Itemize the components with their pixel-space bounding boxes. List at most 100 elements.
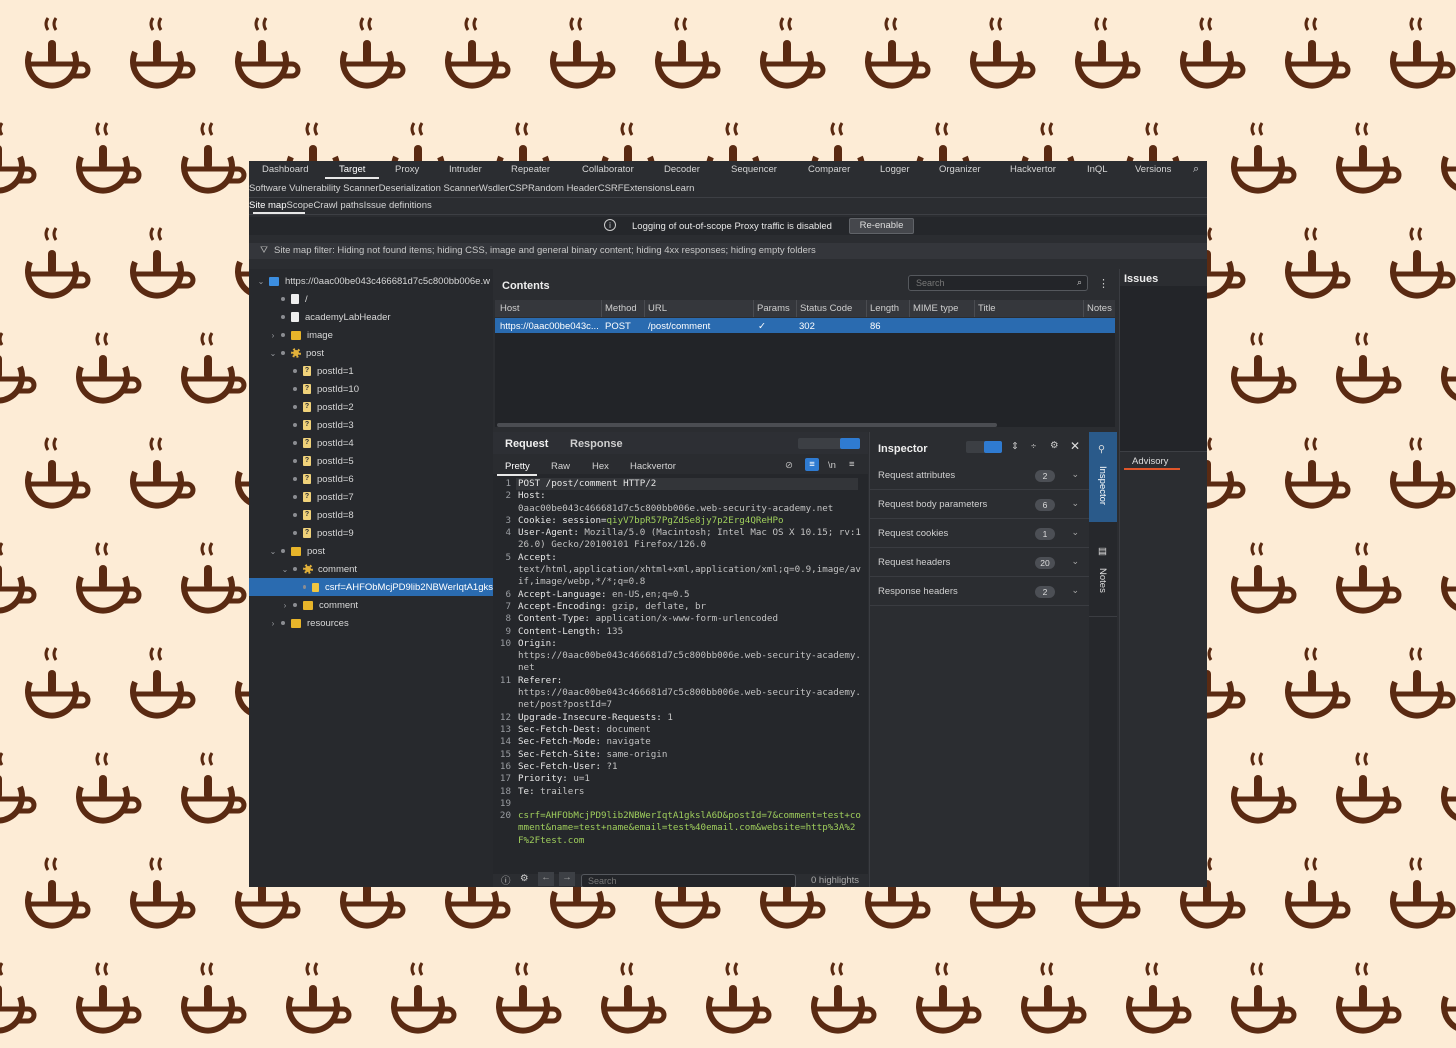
close-icon[interactable]: ✕ [1070, 439, 1080, 453]
subtab-pretty[interactable]: Pretty [505, 461, 530, 472]
subtab-site-map[interactable]: Site map [249, 200, 287, 211]
contents-search-input[interactable]: Search ⌕ [908, 275, 1088, 291]
tab-versions[interactable]: Versions [1135, 164, 1171, 175]
chevron-right-icon[interactable]: › [269, 331, 277, 340]
inspector-section-request-cookies[interactable]: Request cookies 1 ⌄ [870, 519, 1089, 548]
tab-proxy[interactable]: Proxy [395, 164, 419, 175]
tree-item[interactable]: academyLabHeader [269, 308, 391, 326]
chevron-down-icon[interactable]: ⌄ [1071, 585, 1079, 596]
chevron-right-icon[interactable]: › [269, 619, 277, 628]
search-icon[interactable]: ⌕ [1193, 163, 1199, 176]
wrap-lines-icon[interactable]: ≡ [805, 458, 819, 471]
hide-nonprintable-icon[interactable]: ⊘ [785, 460, 793, 471]
tree-item[interactable]: ? postId=8 [281, 506, 354, 524]
inspector-section-response-headers[interactable]: Response headers 2 ⌄ [870, 577, 1089, 606]
advisory-tab[interactable]: Advisory [1132, 456, 1168, 467]
column-separator[interactable] [909, 300, 910, 317]
tab-organizer[interactable]: Organizer [939, 164, 981, 175]
subtab-hackvertor[interactable]: Hackvertor [630, 461, 676, 472]
inspector-section-request-body-parameters[interactable]: Request body parameters 6 ⌄ [870, 490, 1089, 519]
column-header-length[interactable]: Length [870, 303, 899, 314]
chevron-down-icon[interactable]: ⌄ [1071, 469, 1079, 480]
column-header-notes[interactable]: Notes [1087, 303, 1112, 314]
column-header-params[interactable]: Params [757, 303, 790, 314]
tree-item[interactable]: › comment [281, 596, 358, 614]
tree-item[interactable]: ? postId=4 [281, 434, 354, 452]
column-header-url[interactable]: URL [648, 303, 667, 314]
tab-sequencer[interactable]: Sequencer [731, 164, 777, 175]
more-options-icon[interactable]: ⋮ [1098, 277, 1109, 290]
ext-tab-wsdler[interactable]: Wsdler [479, 183, 509, 194]
settings-icon[interactable]: ⚙ [1050, 440, 1059, 451]
tab-collaborator[interactable]: Collaborator [582, 164, 634, 175]
ext-tab-deserialization-scanner[interactable]: Deserialization Scanner [379, 183, 479, 194]
column-header-method[interactable]: Method [605, 303, 637, 314]
subtab-scope[interactable]: Scope [287, 200, 314, 211]
menu-icon[interactable]: ≡ [849, 459, 855, 470]
tab-notes[interactable]: ▤ Notes [1089, 522, 1117, 617]
subtab-issue-definitions[interactable]: Issue definitions [364, 200, 432, 211]
site-map-filter-bar[interactable]: ⛛ Site map filter: Hiding not found item… [249, 243, 1207, 259]
subtab-hex[interactable]: Hex [592, 461, 609, 472]
newline-toggle[interactable]: \n [828, 460, 836, 471]
chevron-down-icon[interactable]: ⌄ [1071, 556, 1079, 567]
tab-repeater[interactable]: Repeater [511, 164, 550, 175]
tab-target[interactable]: Target [339, 164, 365, 175]
tab-request[interactable]: Request [505, 438, 548, 450]
editor-search-input[interactable]: Search [581, 874, 796, 887]
tree-item[interactable]: › image [269, 326, 333, 344]
column-separator[interactable] [753, 300, 754, 317]
tree-item[interactable]: ⌄ post [269, 344, 324, 362]
layout-toggle[interactable] [798, 438, 860, 449]
column-separator[interactable] [796, 300, 797, 317]
chevron-down-icon[interactable]: ⌄ [1071, 498, 1079, 509]
tree-item[interactable]: ⌄ comment [281, 560, 357, 578]
column-separator[interactable] [1083, 300, 1084, 317]
previous-icon[interactable]: ← [538, 872, 554, 886]
tree-item[interactable]: ? postId=1 [281, 362, 354, 380]
tree-item[interactable]: ? postId=7 [281, 488, 354, 506]
inspector-section-request-headers[interactable]: Request headers 20 ⌄ [870, 548, 1089, 577]
tree-item[interactable]: ⌄ https://0aac00be043c466681d7c5c800bb006… [257, 272, 490, 290]
tab-logger[interactable]: Logger [880, 164, 910, 175]
subtab-raw[interactable]: Raw [551, 461, 570, 472]
chevron-right-icon[interactable]: › [281, 601, 289, 610]
ext-tab-csrf[interactable]: CSRF [598, 183, 624, 194]
column-separator[interactable] [601, 300, 602, 317]
column-separator[interactable] [866, 300, 867, 317]
tree-item[interactable]: ? postId=6 [281, 470, 354, 488]
column-header-mime-type[interactable]: MIME type [913, 303, 958, 314]
tab-comparer[interactable]: Comparer [808, 164, 850, 175]
table-row[interactable]: https://0aac00be043c... POST /post/comme… [495, 318, 1115, 333]
tree-item[interactable]: / [269, 290, 308, 308]
inspector-section-request-attributes[interactable]: Request attributes 2 ⌄ [870, 461, 1089, 490]
subtab-crawl-paths[interactable]: Crawl paths [313, 200, 363, 211]
chevron-down-icon[interactable]: ⌄ [269, 349, 277, 358]
settings-icon[interactable]: ⚙ [520, 873, 529, 884]
column-header-status-code[interactable]: Status Code [800, 303, 852, 314]
column-separator[interactable] [974, 300, 975, 317]
tree-item[interactable]: › resources [269, 614, 349, 632]
tree-item[interactable]: ? postId=5 [281, 452, 354, 470]
chevron-down-icon[interactable]: ⌄ [1071, 527, 1079, 538]
chevron-down-icon[interactable]: ⌄ [281, 565, 289, 574]
tree-item[interactable]: csrf=AHFObMcjPD9lib2NBWerIqtA1gks [249, 578, 493, 596]
tab-response[interactable]: Response [570, 438, 623, 450]
chevron-down-icon[interactable]: ⌄ [269, 547, 277, 556]
tree-item[interactable]: ? postId=3 [281, 416, 354, 434]
tree-item[interactable]: ? postId=10 [281, 380, 359, 398]
tab-hackvertor[interactable]: Hackvertor [1010, 164, 1056, 175]
tab-inql[interactable]: InQL [1087, 164, 1108, 175]
ext-tab-random-header[interactable]: Random Header [528, 183, 598, 194]
chevron-down-icon[interactable]: ⌄ [257, 277, 265, 286]
tab-decoder[interactable]: Decoder [664, 164, 700, 175]
expand-icon[interactable]: ⇕ [1011, 441, 1019, 452]
horizontal-scrollbar[interactable] [497, 423, 997, 427]
column-header-host[interactable]: Host [500, 303, 520, 314]
tree-item[interactable]: ? postId=9 [281, 524, 354, 542]
re-enable-button[interactable]: Re-enable [849, 218, 914, 234]
column-header-title[interactable]: Title [978, 303, 996, 314]
next-icon[interactable]: → [559, 872, 575, 886]
ext-tab-learn[interactable]: Learn [670, 183, 694, 194]
column-separator[interactable] [644, 300, 645, 317]
